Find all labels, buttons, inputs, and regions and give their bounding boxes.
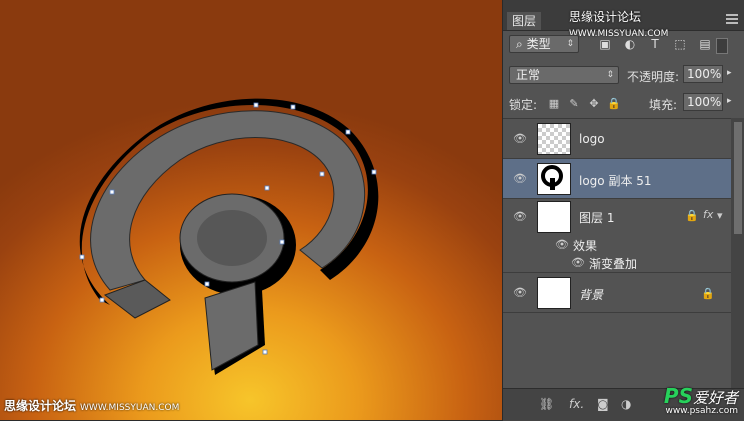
fill-input[interactable]: 100%: [683, 93, 723, 111]
eye-icon[interactable]: 👁: [513, 133, 527, 145]
layer-thumbnail: [537, 201, 571, 233]
layer-name: 图层 1: [579, 211, 615, 225]
layer-thumbnail: [537, 277, 571, 309]
scrollbar-thumb[interactable]: [734, 122, 742, 234]
watermark-ps-site: www.psahz.com: [665, 406, 738, 416]
watermark-psahz: PS爱好者 www.psahz.com: [664, 384, 738, 416]
fx-icon[interactable]: fx: [703, 208, 713, 221]
lock-all-icon[interactable]: 🔒: [607, 97, 621, 111]
gradient-overlay-label[interactable]: 渐变叠加: [589, 255, 637, 272]
lock-pixels-icon[interactable]: ✎: [567, 97, 581, 111]
layer-row-background[interactable]: 👁 背景 🔒: [503, 273, 731, 313]
filter-kind-label: 类型: [526, 37, 551, 51]
tab-layers[interactable]: 图层: [507, 12, 541, 30]
adjustment-filter-icon[interactable]: ◐: [622, 36, 638, 52]
shape-filter-icon[interactable]: ⬚: [672, 36, 688, 52]
adjustment-layer-icon[interactable]: ◑: [621, 397, 631, 411]
lock-transparent-icon[interactable]: ▦: [547, 97, 561, 111]
type-filter-icon[interactable]: T: [647, 36, 663, 52]
3d-logo-artwork: [79, 98, 379, 375]
watermark-text: 思缘设计论坛: [569, 10, 642, 24]
panel-tabbar: 图层 思缘设计论坛 WWW.MISSYUAN.COM: [503, 0, 744, 39]
lock-icons: ▦ ✎ ✥ 🔒: [547, 96, 627, 111]
eye-icon[interactable]: 👁: [513, 211, 527, 223]
lock-row: 锁定: ▦ ✎ ✥ 🔒 填充: 100% ▸: [503, 90, 744, 116]
blend-mode-select[interactable]: 正常 ⇕: [509, 66, 619, 84]
layers-panel: 图层 思缘设计论坛 WWW.MISSYUAN.COM ⌕ 类型 ⇕ ▣ ◐ T ⬚ ▤ …: [502, 0, 744, 421]
expand-arrow-icon[interactable]: ▾: [717, 209, 723, 222]
blend-row: 正常 ⇕ 不透明度: 100% ▸: [503, 62, 744, 88]
panel-menu-icon[interactable]: [726, 14, 738, 24]
layer-name: 背景: [579, 288, 604, 302]
watermark-ps-logo: PS: [663, 384, 693, 408]
add-style-icon[interactable]: fx.: [569, 397, 584, 411]
gradient-overlay-eye-icon[interactable]: 👁: [571, 257, 585, 269]
lock-icon: 🔒: [701, 287, 715, 300]
opacity-input[interactable]: 100%: [683, 65, 723, 83]
layer-row-logo[interactable]: 👁 logo: [503, 119, 731, 159]
search-icon: ⌕: [516, 37, 523, 51]
eye-icon[interactable]: 👁: [513, 173, 527, 185]
filter-toggle[interactable]: [716, 38, 728, 54]
link-layers-icon[interactable]: ⛓: [539, 397, 554, 411]
watermark-text: 思缘设计论坛: [4, 399, 77, 413]
chevron-updown-icon: ⇕: [566, 39, 574, 49]
opacity-dropdown-icon[interactable]: ▸: [727, 68, 732, 78]
document-canvas[interactable]: 思缘设计论坛 WWW.MISSYUAN.COM: [0, 0, 502, 420]
lock-label: 锁定:: [509, 98, 538, 112]
blend-mode-value: 正常: [516, 68, 541, 82]
layer-name: logo: [579, 132, 605, 146]
lock-icon: 🔒: [685, 209, 699, 222]
chevron-updown-icon: ⇕: [606, 70, 614, 80]
layer-name: logo 副本 51: [579, 174, 652, 188]
layers-list: 👁 logo 👁 logo 副本 51 👁 图层 1 🔒 fx ▾ 👁 效果 👁…: [503, 118, 731, 389]
filter-icons: ▣ ◐ T ⬚ ▤: [597, 36, 722, 52]
fill-dropdown-icon[interactable]: ▸: [727, 96, 732, 106]
watermark-bottom-left: 思缘设计论坛 WWW.MISSYUAN.COM: [4, 397, 179, 414]
fill-label: 填充:: [649, 98, 678, 112]
layers-scrollbar[interactable]: [731, 118, 744, 388]
effects-label: 效果: [573, 239, 598, 253]
layer-row-layer1[interactable]: 👁 图层 1 🔒 fx ▾ 👁 效果 👁 渐变叠加: [503, 199, 731, 273]
lock-position-icon[interactable]: ✥: [587, 97, 601, 111]
watermark-ps-cn: 爱好者: [692, 389, 738, 407]
layer-thumbnail: [537, 123, 571, 155]
image-filter-icon[interactable]: ▣: [597, 36, 613, 52]
effects-eye-icon[interactable]: 👁: [555, 239, 569, 251]
filter-kind-select[interactable]: ⌕ 类型 ⇕: [509, 35, 579, 53]
filter-row: ⌕ 类型 ⇕ ▣ ◐ T ⬚ ▤: [503, 31, 744, 57]
add-mask-icon[interactable]: ◙: [597, 397, 609, 411]
opacity-label: 不透明度:: [627, 70, 680, 84]
layer-row-logo-copy[interactable]: 👁 logo 副本 51: [503, 159, 731, 199]
eye-icon[interactable]: 👁: [513, 287, 527, 299]
smart-object-filter-icon[interactable]: ▤: [697, 36, 713, 52]
watermark-site: WWW.MISSYUAN.COM: [80, 403, 180, 413]
layer-thumbnail: [537, 163, 571, 195]
